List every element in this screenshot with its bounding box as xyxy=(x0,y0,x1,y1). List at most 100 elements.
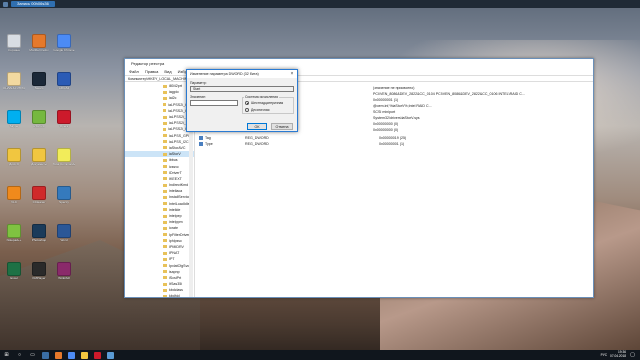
desktop-shortcut[interactable]: Notepad++ xyxy=(3,224,25,243)
recorder-icon[interactable] xyxy=(94,351,101,359)
desktop-shortcut-label: Word xyxy=(60,239,68,242)
folder-icon xyxy=(163,183,167,187)
ok-button[interactable]: ОК xyxy=(247,123,267,130)
notifications-icon[interactable]: ▢ xyxy=(629,352,636,359)
desktop-shortcut[interactable]: CCleaner xyxy=(28,186,50,205)
dialog-title: Изменение параметра DWORD (32 бита) × xyxy=(187,70,297,78)
desktop-shortcut[interactable]: Word xyxy=(53,224,75,243)
app-icon xyxy=(7,186,21,200)
app-icon xyxy=(57,148,71,162)
tree-node-label: intelide xyxy=(169,207,181,212)
desktop-shortcut[interactable]: Документы xyxy=(28,148,50,167)
registry-tree[interactable]: i8042prt iagpio iai2c iaLPSS2i_GPIO iaLPSS2i… xyxy=(125,83,195,297)
desktop-shortcut[interactable]: VLC xyxy=(3,186,25,205)
close-icon[interactable]: × xyxy=(287,70,297,78)
desktop-shortcut-label: Skype xyxy=(9,125,19,128)
desktop-shortcut-label: Steam xyxy=(34,87,44,90)
value-data: 0x00000001 (1) xyxy=(379,142,405,146)
folder-icon xyxy=(163,90,167,94)
folder-icon xyxy=(163,96,167,100)
tree-node[interactable]: kbdhid xyxy=(125,293,194,297)
value-field[interactable] xyxy=(190,100,238,106)
folder-icon xyxy=(163,84,167,88)
tree-node-label: IDriverT xyxy=(169,170,182,175)
desktop-shortcut[interactable]: uTorrent xyxy=(28,110,50,129)
tray-lang[interactable]: РУС xyxy=(601,353,607,357)
folder-icon xyxy=(163,152,167,156)
windows-logo-icon[interactable]: ⊞ xyxy=(3,352,10,359)
tree-node-label: iagpio xyxy=(169,90,179,95)
menu-item[interactable]: Файл xyxy=(129,69,139,74)
desktop-shortcut[interactable]: Opera xyxy=(53,110,75,129)
desktop-shortcut[interactable]: WinRAR xyxy=(53,262,75,281)
chrome-icon[interactable] xyxy=(68,351,75,359)
app-icon xyxy=(57,186,71,200)
tree-node-label: ibbus xyxy=(169,158,178,163)
folder-icon xyxy=(163,282,167,286)
tree-node-label: IPNAT xyxy=(169,251,180,256)
desktop-shortcut-label: AIDA64 xyxy=(58,87,70,90)
app-icon xyxy=(57,262,71,276)
clock[interactable]: 19:36 07.04.2018 xyxy=(610,351,626,358)
radio-dec-dot xyxy=(245,108,249,112)
value-row[interactable]: 0x00000000 (0) xyxy=(373,127,398,133)
desktop-shortcut-label: Excel xyxy=(10,277,18,280)
desktop-shortcut[interactable]: Speccy xyxy=(53,186,75,205)
desktop-shortcut[interactable]: Total Commander xyxy=(53,148,75,167)
app-icon xyxy=(32,34,46,48)
value-type: REG_DWORD xyxy=(245,142,269,146)
menu-item[interactable]: Правка xyxy=(145,69,159,74)
desktop-shortcut[interactable]: KMPlayer xyxy=(28,262,50,281)
desktop-shortcut[interactable]: Корзина xyxy=(3,34,25,53)
firefox-icon[interactable] xyxy=(55,351,62,359)
tree-node-label: iphlpsvc xyxy=(169,238,182,243)
tree-node-label: IndirectKmd xyxy=(169,183,189,188)
desktop-shortcut-label: Корзина xyxy=(8,49,20,52)
taskbar: ⊞ ○ ▭ xyxy=(0,350,640,360)
folder-icon xyxy=(163,103,167,107)
app-icon xyxy=(32,110,46,124)
recording-menu-icon[interactable] xyxy=(3,1,8,7)
folder-icon[interactable] xyxy=(81,351,88,359)
menu-item[interactable]: Вид xyxy=(164,69,171,74)
dialog-title-text: Изменение параметра DWORD (32 бита) xyxy=(190,72,259,76)
app-icon xyxy=(32,148,46,162)
tree-node-label: isapnp xyxy=(169,269,180,274)
value-row[interactable]: Type REG_DWORD 0x00000001 (1) xyxy=(199,141,404,147)
param-label: Параметр: xyxy=(190,81,207,85)
tree-node-label: IntelLoadIdle xyxy=(169,201,190,206)
desktop-shortcut[interactable]: AIDA64 xyxy=(53,72,75,91)
tree-node-label: icssvc xyxy=(169,164,179,169)
desktop-shortcut[interactable]: Excel xyxy=(3,262,25,281)
desktop-shortcut-label: Speccy xyxy=(59,201,69,204)
dword-icon xyxy=(199,142,203,146)
radio-dec[interactable]: Десятичная xyxy=(245,108,270,112)
app-icon xyxy=(32,224,46,238)
tree-node-label: IpFilterDriver xyxy=(169,232,190,237)
radio-hex-label: Шестнадцатеричная xyxy=(251,101,284,105)
explorer-icon[interactable] xyxy=(42,351,49,359)
desktop-shortcut[interactable]: Skype xyxy=(3,110,25,129)
desktop-shortcut[interactable]: Steam xyxy=(28,72,50,91)
tree-node-label: InstallService xyxy=(169,195,191,200)
folder-icon xyxy=(163,171,167,175)
app-icon xyxy=(7,72,21,86)
desktop-shortcut[interactable]: ОНЛАЙН ИГРЫ xyxy=(3,72,25,91)
desktop-shortcut-label: Opera xyxy=(59,125,69,128)
cancel-button[interactable]: Отмена xyxy=(271,123,293,130)
tree-node-label: intelpep xyxy=(169,214,182,219)
search-icon[interactable]: ○ xyxy=(16,352,23,359)
desktop-shortcut[interactable]: Диск D xyxy=(3,148,25,167)
app-icon xyxy=(7,34,21,48)
desktop-shortcut[interactable]: Photoshop xyxy=(28,224,50,243)
regedit-taskbar-icon[interactable] xyxy=(107,351,114,359)
desktop-shortcut[interactable]: Mozilla Firefox xyxy=(28,34,50,53)
task-view-icon[interactable]: ▭ xyxy=(29,352,36,359)
tree-node-label: IPMIDRV xyxy=(169,244,184,249)
desktop-shortcut[interactable]: Google Chrome xyxy=(53,34,75,53)
radio-hex[interactable]: Шестнадцатеричная xyxy=(245,101,283,105)
desktop-shortcut-label: Total Commander xyxy=(53,163,75,166)
value-label: Значение: xyxy=(190,95,206,99)
folder-icon xyxy=(163,239,167,243)
tree-node-label: iaStorV xyxy=(169,152,181,157)
